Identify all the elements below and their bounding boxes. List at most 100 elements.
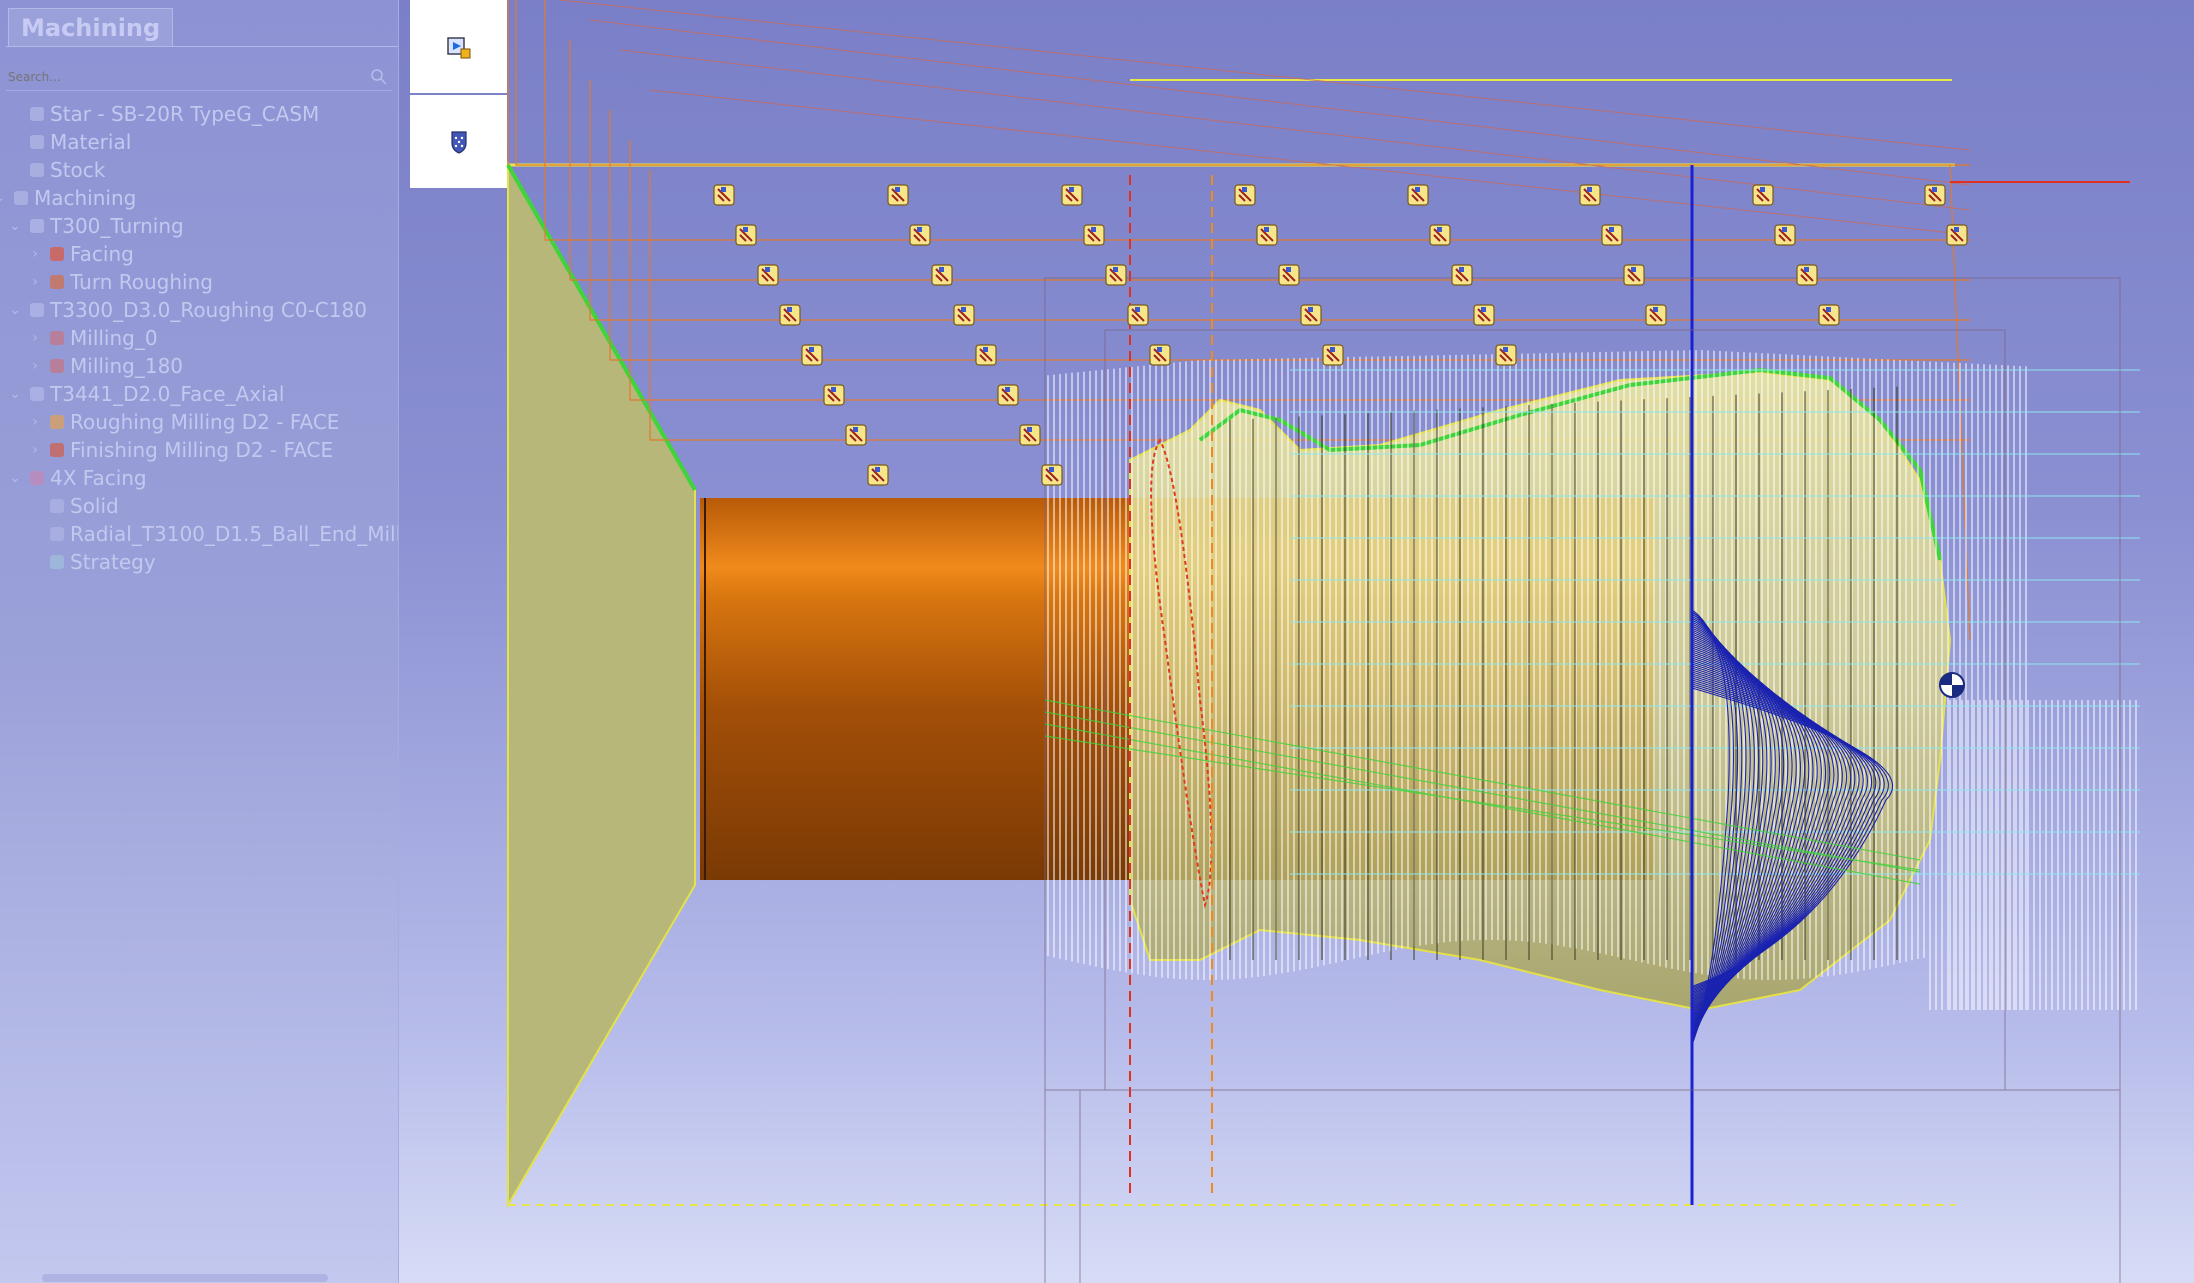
tree-item[interactable]: › Milling_0 — [0, 324, 398, 352]
tool-marker-icon[interactable] — [887, 184, 909, 206]
tool-marker-icon[interactable] — [1105, 264, 1127, 286]
tree-item[interactable]: ⌄ T300_Turning — [0, 212, 398, 240]
tool-marker-icon[interactable] — [1946, 224, 1968, 246]
tree-item[interactable]: Strategy — [0, 548, 398, 576]
tool-marker-icon[interactable] — [779, 304, 801, 326]
tree-item[interactable]: › Roughing Milling D2 - FACE — [0, 408, 398, 436]
chevron-right-icon[interactable]: › — [28, 408, 42, 436]
chevron-right-icon[interactable]: › — [28, 324, 42, 352]
chevron-right-icon[interactable]: › — [28, 240, 42, 268]
tool-marker-icon[interactable] — [1322, 344, 1344, 366]
origin-marker[interactable] — [1939, 672, 1965, 698]
tree-item[interactable]: › Milling_180 — [0, 352, 398, 380]
chevron-down-icon[interactable]: ⌄ — [8, 380, 22, 408]
tool-marker-icon[interactable] — [1019, 424, 1041, 446]
tool-marker-icon[interactable] — [1300, 304, 1322, 326]
tool-marker-icon[interactable] — [823, 384, 845, 406]
roughing-milling-op-icon — [50, 415, 64, 429]
machining-panel: Machining Star - SB-20R TypeG_CASM Materi… — [0, 0, 399, 1283]
chevron-down-icon[interactable]: ⌄ — [8, 296, 22, 324]
tree-item-label: Star - SB-20R TypeG_CASM — [50, 102, 320, 126]
chevron-right-icon[interactable]: › — [28, 436, 42, 464]
chevron-down-icon[interactable]: ⌄ — [0, 184, 6, 212]
tool-marker-icon[interactable] — [1752, 184, 1774, 206]
chevron-right-icon[interactable] — [8, 100, 22, 128]
tool-marker-icon[interactable] — [1127, 304, 1149, 326]
tree-item-label: Stock — [50, 158, 106, 182]
tool-marker-icon[interactable] — [1579, 184, 1601, 206]
tool-marker-icon[interactable] — [1623, 264, 1645, 286]
tool-marker-icon[interactable] — [1451, 264, 1473, 286]
stock-icon — [30, 163, 44, 177]
chevron-right-icon[interactable] — [28, 548, 42, 576]
view-toolbar — [410, 0, 507, 190]
tree-item[interactable]: Material — [0, 128, 398, 156]
chevron-down-icon[interactable]: ⌄ — [8, 212, 22, 240]
tree-item-label: T300_Turning — [50, 214, 184, 238]
chevron-down-icon[interactable]: ⌄ — [8, 464, 22, 492]
tree-item[interactable]: › Facing — [0, 240, 398, 268]
tool-marker-icon[interactable] — [1278, 264, 1300, 286]
tool-marker-icon[interactable] — [931, 264, 953, 286]
chevron-right-icon[interactable]: › — [28, 352, 42, 380]
tool-marker-icon[interactable] — [735, 224, 757, 246]
tool-marker-icon[interactable] — [1149, 344, 1171, 366]
tree-item[interactable]: Star - SB-20R TypeG_CASM — [0, 100, 398, 128]
tool-marker-icon[interactable] — [801, 344, 823, 366]
search-icon[interactable] — [370, 68, 388, 86]
machining-icon — [14, 191, 28, 205]
tool-marker-icon[interactable] — [997, 384, 1019, 406]
horizontal-scrollbar[interactable] — [42, 1274, 328, 1282]
protection-button[interactable] — [410, 95, 507, 189]
tool-marker-icon[interactable] — [1083, 224, 1105, 246]
tree-item-label: Strategy — [70, 550, 156, 574]
tree-item[interactable]: › Finishing Milling D2 - FACE — [0, 436, 398, 464]
tool-marker-icon[interactable] — [845, 424, 867, 446]
tool-marker-icon[interactable] — [975, 344, 997, 366]
tree-item[interactable]: › Turn Roughing — [0, 268, 398, 296]
chevron-right-icon[interactable] — [8, 156, 22, 184]
tool-marker-icon[interactable] — [757, 264, 779, 286]
tool-marker-icon[interactable] — [867, 464, 889, 486]
chevron-right-icon[interactable] — [8, 128, 22, 156]
tree-item[interactable]: Stock — [0, 156, 398, 184]
tree-item-label: Radial_T3100_D1.5_Ball_End_Mill — [70, 522, 398, 546]
panel-title-divider — [6, 46, 398, 47]
tool-marker-icon[interactable] — [1041, 464, 1063, 486]
panel-title-tab[interactable]: Machining — [8, 8, 174, 47]
simulation-button[interactable] — [410, 0, 507, 94]
tool-marker-icon[interactable] — [1645, 304, 1667, 326]
tool-marker-icon[interactable] — [1601, 224, 1623, 246]
chevron-right-icon[interactable] — [28, 492, 42, 520]
tree-item[interactable]: ⌄ Machining — [0, 184, 398, 212]
search-input[interactable] — [6, 64, 370, 90]
tool-marker-icon[interactable] — [1061, 184, 1083, 206]
tool-marker-icon[interactable] — [1234, 184, 1256, 206]
chevron-right-icon[interactable] — [28, 520, 42, 548]
milling-op-icon — [50, 359, 64, 373]
shield-icon — [451, 131, 467, 154]
tool-marker-icon[interactable] — [953, 304, 975, 326]
tool-marker-icon[interactable] — [1473, 304, 1495, 326]
tree-item-label: T3300_D3.0_Roughing C0-C180 — [50, 298, 367, 322]
tree-item[interactable]: ⌄ 4X Facing — [0, 464, 398, 492]
3d-viewport[interactable] — [500, 0, 2194, 1283]
tree-item[interactable]: ⌄ T3300_D3.0_Roughing C0-C180 — [0, 296, 398, 324]
tool-marker-icon[interactable] — [1796, 264, 1818, 286]
tool-marker-icon[interactable] — [1774, 224, 1796, 246]
tool-marker-icon[interactable] — [1407, 184, 1429, 206]
chevron-right-icon[interactable]: › — [28, 268, 42, 296]
tool-marker-icon[interactable] — [713, 184, 735, 206]
tool-marker-icon[interactable] — [1429, 224, 1451, 246]
tree-item[interactable]: Radial_T3100_D1.5_Ball_End_Mill — [0, 520, 398, 548]
tool-marker-icon[interactable] — [1256, 224, 1278, 246]
material-icon — [30, 135, 44, 149]
tool-marker-icon[interactable] — [1818, 304, 1840, 326]
tree-item[interactable]: ⌄ T3441_D2.0_Face_Axial — [0, 380, 398, 408]
tool-marker-icon[interactable] — [909, 224, 931, 246]
tool-marker-icon[interactable] — [1924, 184, 1946, 206]
operations-tree: Star - SB-20R TypeG_CASM Material Stock ⌄ Ma… — [0, 100, 398, 576]
tree-item-label: Milling_0 — [70, 326, 158, 350]
tree-item[interactable]: Solid — [0, 492, 398, 520]
tool-marker-icon[interactable] — [1495, 344, 1517, 366]
